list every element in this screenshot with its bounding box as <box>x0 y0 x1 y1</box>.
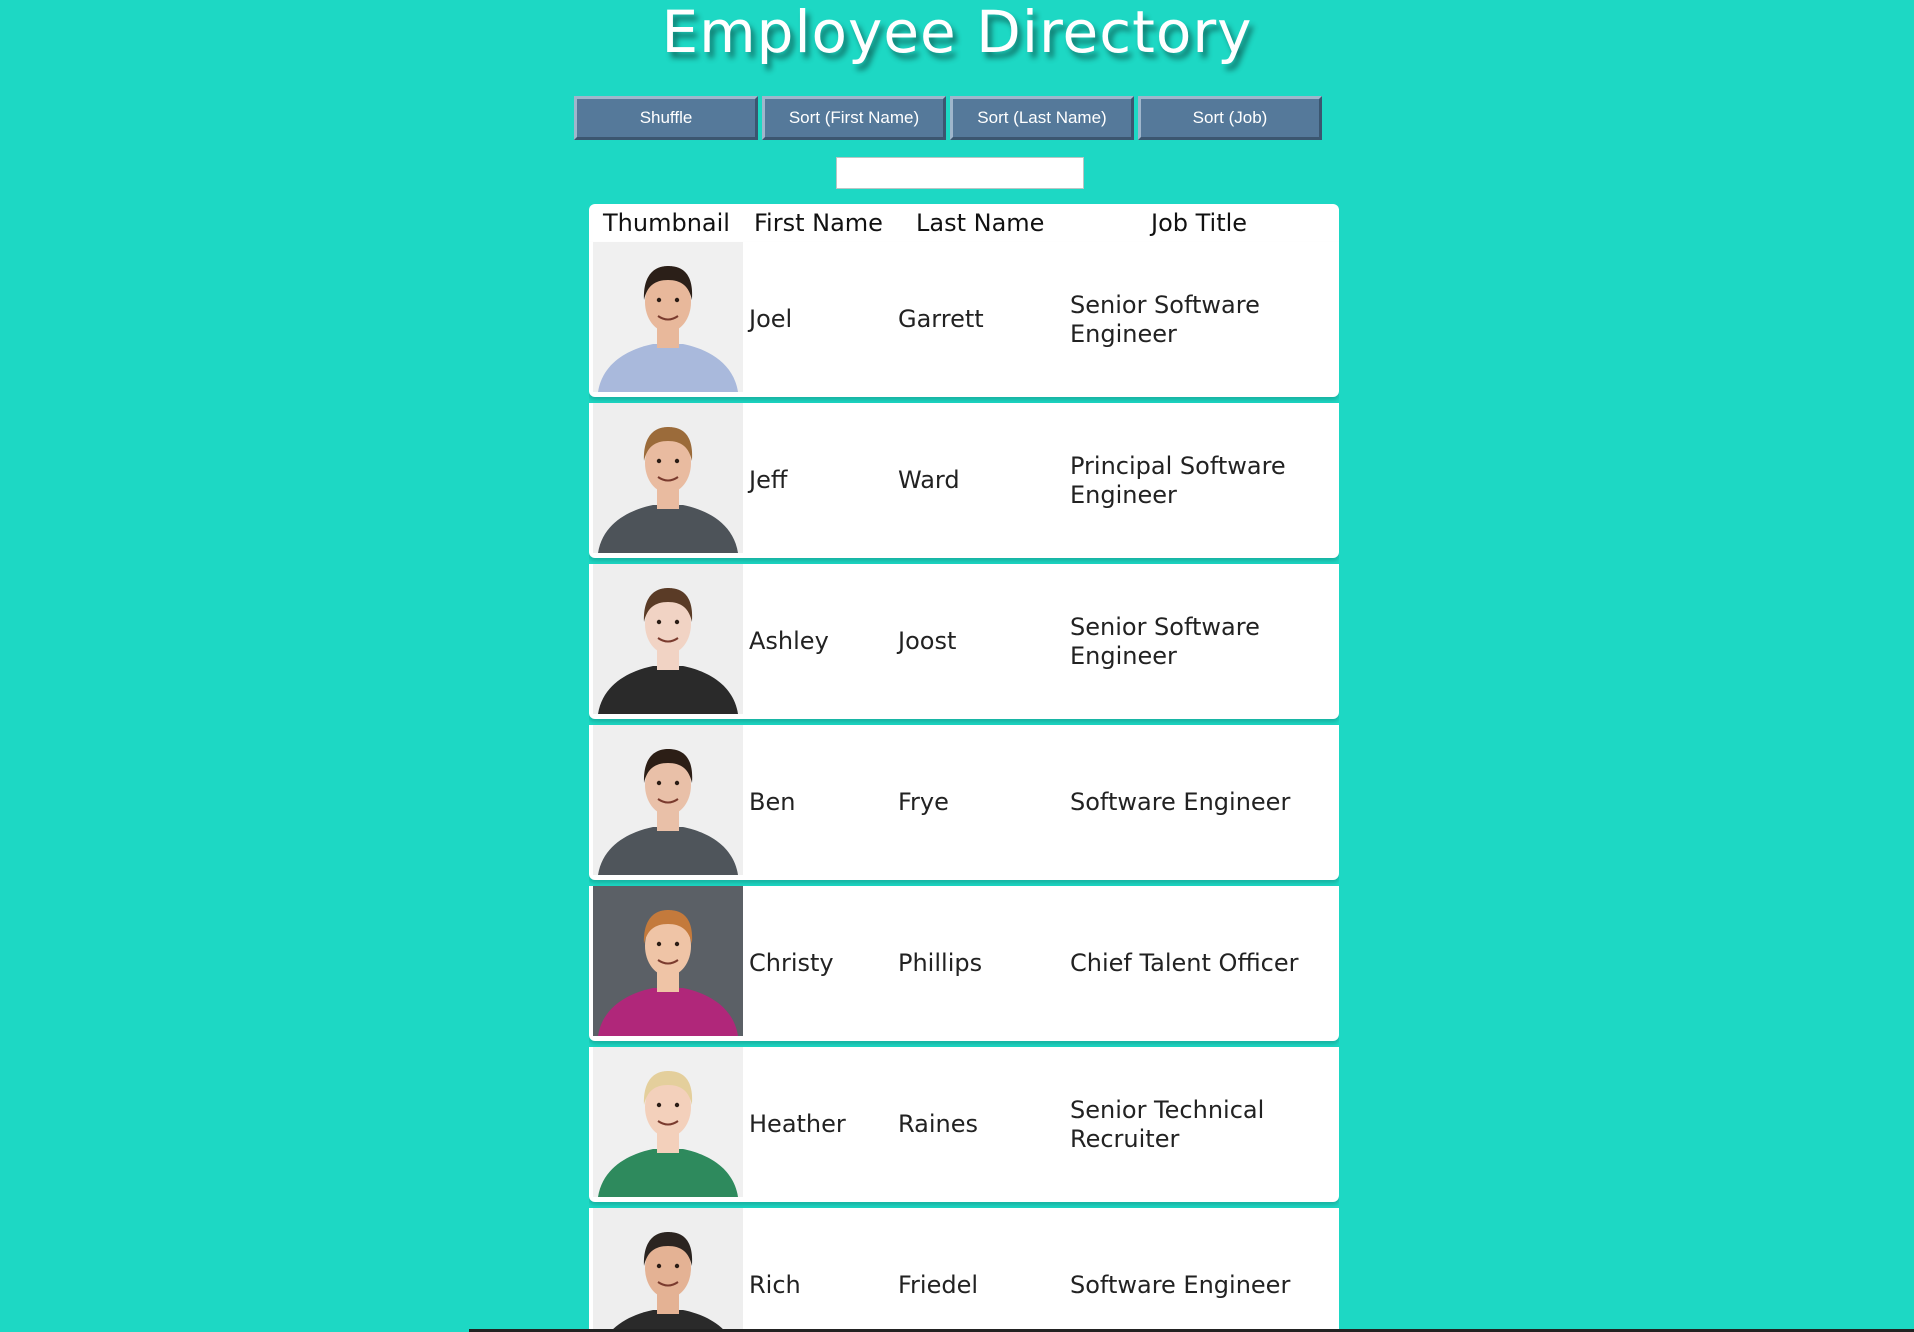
header-job-title[interactable]: Job Title <box>1151 209 1247 237</box>
employee-last-name: Raines <box>898 1110 979 1138</box>
employee-thumbnail <box>593 564 743 714</box>
employee-first-name: Ben <box>749 788 796 816</box>
page: Employee Directory Shuffle Sort (First N… <box>0 0 1914 1332</box>
employee-job-title: Principal Software Engineer <box>1070 451 1286 509</box>
sort-job-button[interactable]: Sort (Job) <box>1138 96 1322 140</box>
table-body: Joel Garrett Senior Software Engineer Jeff W… <box>589 242 1339 1332</box>
employee-first-name: Joel <box>749 305 793 333</box>
sort-last-name-button[interactable]: Sort (Last Name) <box>950 96 1134 140</box>
employee-thumbnail <box>593 242 743 392</box>
employee-job-title: Senior Technical Recruiter <box>1070 1095 1265 1153</box>
table-row: Heather Raines Senior Technical Recruiter <box>589 1047 1339 1202</box>
employee-thumbnail <box>593 725 743 875</box>
employee-first-name: Heather <box>749 1110 846 1138</box>
employee-last-name: Joost <box>898 627 957 655</box>
table-row: Ashley Joost Senior Software Engineer <box>589 564 1339 719</box>
portrait-icon <box>598 427 738 553</box>
portrait-icon <box>598 588 738 714</box>
employee-first-name: Ashley <box>749 627 829 655</box>
portrait-icon <box>598 1071 738 1197</box>
employee-job-title: Software Engineer <box>1070 788 1291 816</box>
table-row: Jeff Ward Principal Software Engineer <box>589 403 1339 558</box>
employee-first-name: Christy <box>749 949 834 977</box>
employee-job-title: Senior Software Engineer <box>1070 290 1260 348</box>
table-row: Joel Garrett Senior Software Engineer <box>589 242 1339 397</box>
employee-thumbnail <box>593 886 743 1036</box>
portrait-icon <box>598 910 738 1036</box>
table-header: Thumbnail First Name Last Name Job Title <box>589 204 1339 242</box>
header-last-name[interactable]: Last Name <box>916 209 1044 237</box>
employee-job-title: Software Engineer <box>1070 1271 1291 1299</box>
shuffle-button[interactable]: Shuffle <box>574 96 758 140</box>
employee-last-name: Ward <box>898 466 960 494</box>
header-thumbnail[interactable]: Thumbnail <box>603 209 730 237</box>
table-row: Christy Phillips Chief Talent Officer <box>589 886 1339 1041</box>
portrait-icon <box>598 266 738 392</box>
table-row: Ben Frye Software Engineer <box>589 725 1339 880</box>
header-first-name[interactable]: First Name <box>754 209 883 237</box>
employee-last-name: Garrett <box>898 305 984 333</box>
sort-first-name-button[interactable]: Sort (First Name) <box>762 96 946 140</box>
employee-table: Thumbnail First Name Last Name Job Title… <box>589 204 1339 1332</box>
portrait-icon <box>598 749 738 875</box>
employee-last-name: Frye <box>898 788 949 816</box>
portrait-icon <box>610 1232 726 1332</box>
table-row: Rich Friedel Software Engineer <box>589 1208 1339 1332</box>
toolbar: Shuffle Sort (First Name) Sort (Last Nam… <box>574 96 1322 140</box>
employee-first-name: Rich <box>749 1271 801 1299</box>
employee-last-name: Phillips <box>898 949 983 977</box>
employee-job-title: Chief Talent Officer <box>1070 949 1299 977</box>
employee-job-title: Senior Software Engineer <box>1070 612 1260 670</box>
employee-last-name: Friedel <box>898 1271 979 1299</box>
employee-thumbnail <box>593 1047 743 1197</box>
employee-thumbnail <box>593 403 743 553</box>
page-title: Employee Directory <box>661 0 1253 66</box>
employee-first-name: Jeff <box>749 466 788 494</box>
search-input[interactable] <box>836 157 1084 189</box>
employee-thumbnail <box>593 1208 743 1332</box>
